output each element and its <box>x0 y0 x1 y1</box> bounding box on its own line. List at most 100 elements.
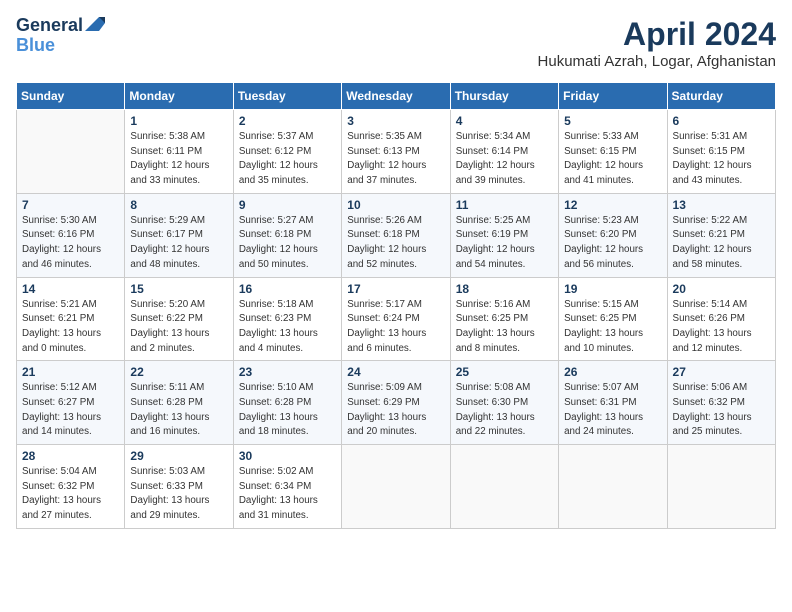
day-number: 20 <box>673 282 770 296</box>
weekday-header-saturday: Saturday <box>667 83 775 110</box>
day-number: 8 <box>130 198 227 212</box>
calendar-cell: 21Sunrise: 5:12 AMSunset: 6:27 PMDayligh… <box>17 361 125 445</box>
calendar-cell: 5 Sunrise: 5:33 AMSunset: 6:15 PMDaylight… <box>559 110 667 194</box>
day-number: 14 <box>22 282 119 296</box>
day-info: Sunrise: 5:38 AMSunset: 6:11 PMDaylight:… <box>130 130 227 189</box>
weekday-header-tuesday: Tuesday <box>233 83 341 110</box>
calendar-cell: 27 Sunrise: 5:06 AMSunset: 6:32 PMDayligh… <box>667 361 775 445</box>
day-info: Sunrise: 5:30 AMSunset: 6:16 PMDaylight:… <box>22 214 119 273</box>
day-info: Sunrise: 5:18 AMSunset: 6:23 PMDaylight:… <box>239 298 336 357</box>
day-info: Sunrise: 5:17 AMSunset: 6:24 PMDaylight:… <box>347 298 444 357</box>
calendar-cell: 26 Sunrise: 5:07 AMSunset: 6:31 PMDayligh… <box>559 361 667 445</box>
day-number: 29 <box>130 449 227 463</box>
page-header: General Blue April 2024 Hukumati Azrah, … <box>16 16 776 70</box>
day-number: 10 <box>347 198 444 212</box>
day-info: Sunrise: 5:25 AMSunset: 6:19 PMDaylight:… <box>456 214 553 273</box>
day-info: Sunrise: 5:03 AMSunset: 6:33 PMDaylight:… <box>130 465 227 524</box>
day-info: Sunrise: 5:22 AMSunset: 6:21 PMDaylight:… <box>673 214 770 273</box>
day-info: Sunrise: 5:37 AMSunset: 6:12 PMDaylight:… <box>239 130 336 189</box>
calendar-cell: 14 Sunrise: 5:21 AMSunset: 6:21 PMDayligh… <box>17 277 125 361</box>
day-number: 5 <box>564 114 661 128</box>
calendar-cell: 24Sunrise: 5:09 AMSunset: 6:29 PMDayligh… <box>342 361 450 445</box>
day-info: Sunrise: 5:35 AMSunset: 6:13 PMDaylight:… <box>347 130 444 189</box>
weekday-header-thursday: Thursday <box>450 83 558 110</box>
day-info: Sunrise: 5:08 AMSunset: 6:30 PMDaylight:… <box>456 381 553 440</box>
day-number: 15 <box>130 282 227 296</box>
calendar-cell: 10 Sunrise: 5:26 AMSunset: 6:18 PMDayligh… <box>342 193 450 277</box>
day-info: Sunrise: 5:31 AMSunset: 6:15 PMDaylight:… <box>673 130 770 189</box>
day-info: Sunrise: 5:10 AMSunset: 6:28 PMDaylight:… <box>239 381 336 440</box>
day-info: Sunrise: 5:33 AMSunset: 6:15 PMDaylight:… <box>564 130 661 189</box>
location-title: Hukumati Azrah, Logar, Afghanistan <box>538 53 776 70</box>
day-number: 27 <box>673 365 770 379</box>
weekday-header-sunday: Sunday <box>17 83 125 110</box>
calendar-cell: 20 Sunrise: 5:14 AMSunset: 6:26 PMDayligh… <box>667 277 775 361</box>
calendar-cell <box>342 445 450 529</box>
weekday-header-monday: Monday <box>125 83 233 110</box>
day-number: 13 <box>673 198 770 212</box>
calendar-cell: 19 Sunrise: 5:15 AMSunset: 6:25 PMDayligh… <box>559 277 667 361</box>
day-info: Sunrise: 5:06 AMSunset: 6:32 PMDaylight:… <box>673 381 770 440</box>
day-info: Sunrise: 5:21 AMSunset: 6:21 PMDaylight:… <box>22 298 119 357</box>
calendar-cell: 22Sunrise: 5:11 AMSunset: 6:28 PMDayligh… <box>125 361 233 445</box>
day-info: Sunrise: 5:14 AMSunset: 6:26 PMDaylight:… <box>673 298 770 357</box>
day-number: 6 <box>673 114 770 128</box>
day-number: 12 <box>564 198 661 212</box>
calendar-cell <box>17 110 125 194</box>
calendar-cell: 17 Sunrise: 5:17 AMSunset: 6:24 PMDayligh… <box>342 277 450 361</box>
calendar-cell: 16 Sunrise: 5:18 AMSunset: 6:23 PMDayligh… <box>233 277 341 361</box>
day-info: Sunrise: 5:26 AMSunset: 6:18 PMDaylight:… <box>347 214 444 273</box>
day-info: Sunrise: 5:12 AMSunset: 6:27 PMDaylight:… <box>22 381 119 440</box>
calendar-cell: 13 Sunrise: 5:22 AMSunset: 6:21 PMDayligh… <box>667 193 775 277</box>
day-number: 4 <box>456 114 553 128</box>
day-number: 16 <box>239 282 336 296</box>
calendar-cell: 1 Sunrise: 5:38 AMSunset: 6:11 PMDaylight… <box>125 110 233 194</box>
day-number: 7 <box>22 198 119 212</box>
calendar-cell: 18 Sunrise: 5:16 AMSunset: 6:25 PMDayligh… <box>450 277 558 361</box>
calendar-cell: 4 Sunrise: 5:34 AMSunset: 6:14 PMDaylight… <box>450 110 558 194</box>
day-number: 30 <box>239 449 336 463</box>
day-number: 18 <box>456 282 553 296</box>
weekday-header-friday: Friday <box>559 83 667 110</box>
day-info: Sunrise: 5:29 AMSunset: 6:17 PMDaylight:… <box>130 214 227 273</box>
calendar-cell: 7 Sunrise: 5:30 AMSunset: 6:16 PMDaylight… <box>17 193 125 277</box>
day-number: 1 <box>130 114 227 128</box>
calendar-cell: 12Sunrise: 5:23 AMSunset: 6:20 PMDayligh… <box>559 193 667 277</box>
calendar-cell <box>450 445 558 529</box>
day-number: 2 <box>239 114 336 128</box>
day-info: Sunrise: 5:02 AMSunset: 6:34 PMDaylight:… <box>239 465 336 524</box>
day-number: 26 <box>564 365 661 379</box>
day-info: Sunrise: 5:34 AMSunset: 6:14 PMDaylight:… <box>456 130 553 189</box>
calendar-cell: 2 Sunrise: 5:37 AMSunset: 6:12 PMDaylight… <box>233 110 341 194</box>
day-number: 11 <box>456 198 553 212</box>
title-block: April 2024 Hukumati Azrah, Logar, Afghan… <box>538 16 776 70</box>
calendar-cell <box>667 445 775 529</box>
calendar-cell: 8 Sunrise: 5:29 AMSunset: 6:17 PMDaylight… <box>125 193 233 277</box>
calendar-cell: 9 Sunrise: 5:27 AMSunset: 6:18 PMDaylight… <box>233 193 341 277</box>
calendar-cell: 25Sunrise: 5:08 AMSunset: 6:30 PMDayligh… <box>450 361 558 445</box>
day-number: 22 <box>130 365 227 379</box>
day-number: 19 <box>564 282 661 296</box>
calendar-table: SundayMondayTuesdayWednesdayThursdayFrid… <box>16 82 776 529</box>
day-info: Sunrise: 5:09 AMSunset: 6:29 PMDaylight:… <box>347 381 444 440</box>
calendar-cell: 28 Sunrise: 5:04 AMSunset: 6:32 PMDayligh… <box>17 445 125 529</box>
calendar-cell: 30 Sunrise: 5:02 AMSunset: 6:34 PMDayligh… <box>233 445 341 529</box>
calendar-cell: 3 Sunrise: 5:35 AMSunset: 6:13 PMDaylight… <box>342 110 450 194</box>
day-info: Sunrise: 5:15 AMSunset: 6:25 PMDaylight:… <box>564 298 661 357</box>
calendar-cell <box>559 445 667 529</box>
calendar-cell: 23 Sunrise: 5:10 AMSunset: 6:28 PMDayligh… <box>233 361 341 445</box>
day-number: 3 <box>347 114 444 128</box>
weekday-header-wednesday: Wednesday <box>342 83 450 110</box>
day-number: 28 <box>22 449 119 463</box>
day-number: 23 <box>239 365 336 379</box>
day-info: Sunrise: 5:07 AMSunset: 6:31 PMDaylight:… <box>564 381 661 440</box>
day-info: Sunrise: 5:04 AMSunset: 6:32 PMDaylight:… <box>22 465 119 524</box>
calendar-cell: 6 Sunrise: 5:31 AMSunset: 6:15 PMDaylight… <box>667 110 775 194</box>
day-number: 17 <box>347 282 444 296</box>
day-number: 9 <box>239 198 336 212</box>
calendar-cell: 11 Sunrise: 5:25 AMSunset: 6:19 PMDayligh… <box>450 193 558 277</box>
day-info: Sunrise: 5:20 AMSunset: 6:22 PMDaylight:… <box>130 298 227 357</box>
day-info: Sunrise: 5:16 AMSunset: 6:25 PMDaylight:… <box>456 298 553 357</box>
logo: General Blue <box>16 16 105 56</box>
day-info: Sunrise: 5:27 AMSunset: 6:18 PMDaylight:… <box>239 214 336 273</box>
